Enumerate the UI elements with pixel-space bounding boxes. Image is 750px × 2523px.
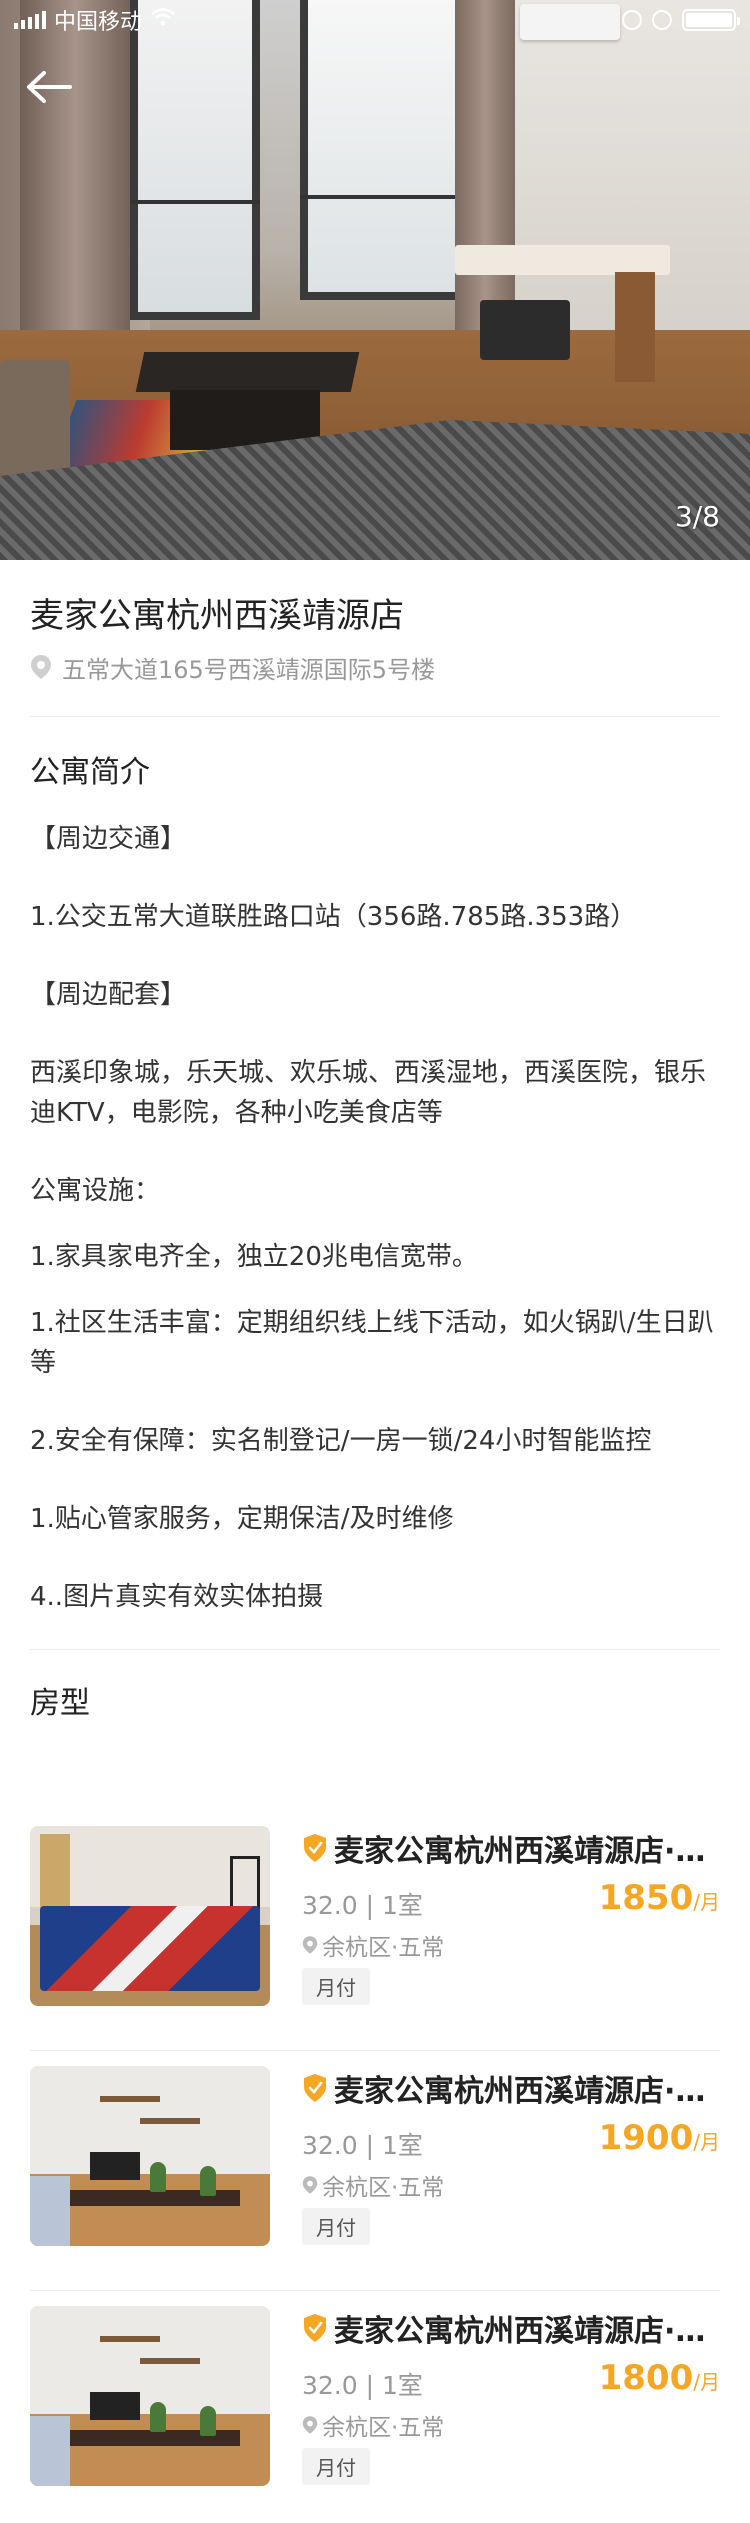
photo-curtain <box>20 0 130 380</box>
divider <box>30 2290 720 2291</box>
sync-icon <box>622 10 642 30</box>
room-name: 麦家公寓杭州西溪靖源店·… <box>302 2066 720 2110</box>
room-card[interactable]: 麦家公寓杭州西溪靖源店·… 32.0 | 1室 余杭区·五常 1850/月 月付 <box>30 1826 720 2051</box>
battery-icon <box>682 9 740 31</box>
photo-desk-cabinet <box>615 272 655 382</box>
photo-window <box>130 0 260 320</box>
room-location: 余杭区·五常 <box>302 2408 444 2442</box>
status-bar: 中国移动 <box>0 0 750 40</box>
apartment-title: 麦家公寓杭州西溪靖源店 <box>30 596 404 636</box>
photo-desk <box>455 245 670 275</box>
back-button[interactable] <box>24 62 84 112</box>
location-pin-icon <box>31 655 51 679</box>
verified-shield-icon <box>304 1834 326 1862</box>
photo-curtain <box>455 0 515 340</box>
room-thumbnail <box>30 2066 270 2246</box>
room-price: 1800/月 <box>598 2358 720 2398</box>
intro-line: 1.公交五常大道联胜路口站（356路.785路.353路） <box>30 902 637 932</box>
intro-line: 2.安全有保障：实名制登记/一房一锁/24小时智能监控 <box>30 1426 652 1456</box>
photo-chair <box>480 300 570 360</box>
divider <box>30 1649 720 1650</box>
divider <box>30 2050 720 2051</box>
photo-coffee-table <box>135 352 360 392</box>
verified-shield-icon <box>304 2074 326 2102</box>
intro-line: 4..图片真实有效实体拍摄 <box>30 1582 324 1612</box>
room-name: 麦家公寓杭州西溪靖源店·… <box>302 1826 720 1870</box>
intro-heading: 公寓简介 <box>30 755 150 790</box>
location-pin-icon <box>302 2176 318 2194</box>
room-card[interactable]: 麦家公寓杭州西溪靖源店·… 32.0 | 1室 余杭区·五常 1900/月 月付 <box>30 2066 720 2291</box>
back-arrow-icon <box>27 71 72 103</box>
verified-shield-icon <box>304 2314 326 2342</box>
photo-railing <box>300 195 470 199</box>
intro-line: 1.贴心管家服务，定期保洁/及时维修 <box>30 1504 454 1534</box>
room-card[interactable]: 麦家公寓杭州西溪靖源店·… 32.0 | 1室 余杭区·五常 1800/月 月付 <box>30 2306 720 2516</box>
signal-icon <box>14 11 46 29</box>
alarm-icon <box>652 10 672 30</box>
room-meta: 32.0 | 1室 <box>302 1891 423 1920</box>
room-meta: 32.0 | 1室 <box>302 2371 423 2400</box>
room-price: 1900/月 <box>598 2118 720 2158</box>
intro-line: 1.社区生活丰富：定期组织线上线下活动，如火锅趴/生日趴等 <box>30 1308 714 1378</box>
intro-line: 1.家具家电齐全，独立20兆电信宽带。 <box>30 1242 478 1272</box>
intro-body: 【周边交通】 1.公交五常大道联胜路口站（356路.785路.353路） 【周边… <box>30 819 720 1617</box>
hero-photo[interactable]: 中国移动 3/8 <box>0 0 750 560</box>
room-thumbnail <box>30 1826 270 2006</box>
carrier-label: 中国移动 <box>54 10 143 35</box>
location-pin-icon <box>302 1936 318 1954</box>
room-location: 余杭区·五常 <box>302 1928 444 1962</box>
intro-line: 西溪印象城，乐天城、欢乐城、西溪湿地，西溪医院，银乐迪KTV，电影院，各种小吃美… <box>30 1058 707 1128</box>
location-pin-icon <box>302 2416 318 2434</box>
intro-line: 【周边配套】 <box>30 980 187 1010</box>
room-thumbnail <box>30 2306 270 2486</box>
apartment-info: 麦家公寓杭州西溪靖源店 五常大道165号西溪靖源国际5号楼 公寓简介 【周边交通… <box>30 560 720 1724</box>
photo-railing <box>130 200 260 204</box>
divider <box>30 716 720 717</box>
photo-pager: 3/8 <box>674 500 720 533</box>
room-location: 余杭区·五常 <box>302 2168 444 2202</box>
apartment-address[interactable]: 五常大道165号西溪靖源国际5号楼 <box>30 652 720 684</box>
wifi-icon <box>150 7 176 33</box>
intro-line: 公寓设施： <box>30 1176 161 1206</box>
payment-tag: 月付 <box>302 2208 370 2245</box>
payment-tag: 月付 <box>302 1968 370 2005</box>
photo-window <box>300 0 470 300</box>
photo-sofa <box>0 360 70 480</box>
payment-tag: 月付 <box>302 2448 370 2485</box>
room-name: 麦家公寓杭州西溪靖源店·… <box>302 2306 720 2350</box>
address-text: 五常大道165号西溪靖源国际5号楼 <box>62 655 436 684</box>
room-price: 1850/月 <box>598 1878 720 1918</box>
intro-line: 【周边交通】 <box>30 824 187 854</box>
room-types-heading: 房型 <box>30 1686 90 1721</box>
room-meta: 32.0 | 1室 <box>302 2131 423 2160</box>
